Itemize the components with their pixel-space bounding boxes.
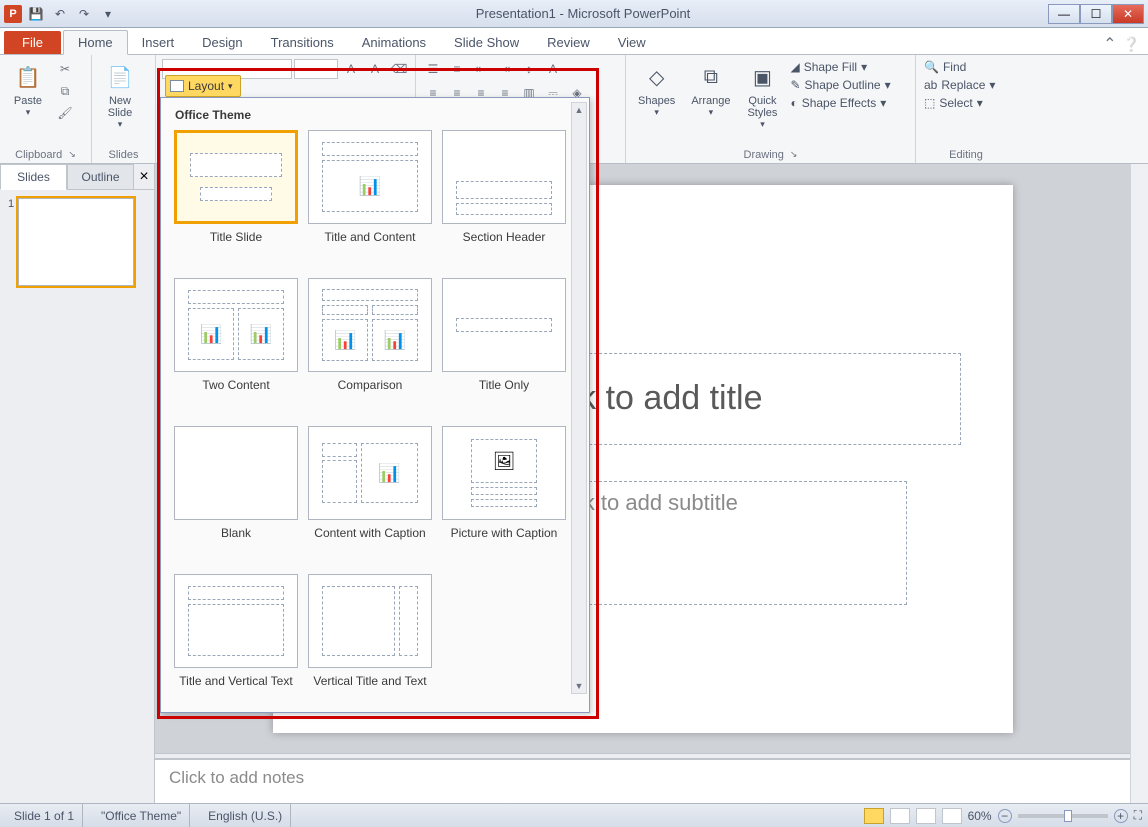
- vertical-scrollbar[interactable]: [1130, 164, 1148, 803]
- panel-close-icon[interactable]: ×: [134, 164, 154, 190]
- shape-effects-button[interactable]: ◐ Shape Effects ▾: [788, 95, 898, 111]
- cut-icon[interactable]: ✂: [54, 59, 76, 79]
- layout-option-title-slide[interactable]: Title Slide: [171, 130, 301, 244]
- layout-icon: [170, 80, 184, 92]
- grow-font-icon[interactable]: A: [340, 59, 362, 79]
- qat-save-icon[interactable]: 💾: [26, 4, 46, 24]
- copy-icon[interactable]: ⧉: [54, 81, 76, 101]
- thumb-number: 1: [8, 198, 14, 286]
- arrange-button[interactable]: ⧉Arrange▾: [685, 59, 736, 120]
- status-bar: Slide 1 of 1 "Office Theme" English (U.S…: [0, 803, 1148, 827]
- layout-panel-header: Office Theme: [167, 104, 589, 126]
- layout-dropdown-panel: Office Theme Title Slide 📊 Title and Con…: [160, 97, 590, 713]
- qat-undo-icon[interactable]: ↶: [50, 4, 70, 24]
- maximize-button[interactable]: ☐: [1080, 4, 1112, 24]
- text-direction-icon[interactable]: A: [542, 59, 564, 79]
- qat-customize-icon[interactable]: ▾: [98, 4, 118, 24]
- status-language[interactable]: English (U.S.): [200, 804, 291, 827]
- format-painter-icon[interactable]: 🖌: [54, 103, 76, 123]
- layout-option-blank[interactable]: Blank: [171, 426, 301, 540]
- tab-slideshow[interactable]: Slide Show: [440, 31, 533, 54]
- select-button[interactable]: ⬚ Select ▾: [922, 95, 1010, 111]
- clear-format-icon[interactable]: ⌫: [388, 59, 410, 79]
- help-icon[interactable]: ❔: [1123, 36, 1140, 53]
- minimize-ribbon-icon[interactable]: ⌃: [1103, 34, 1116, 54]
- zoom-in-icon[interactable]: +: [1114, 809, 1128, 823]
- shape-outline-button[interactable]: ✎ Shape Outline ▾: [788, 77, 898, 93]
- tab-design[interactable]: Design: [188, 31, 256, 54]
- shapes-icon: ◇: [641, 61, 673, 93]
- quick-styles-icon: ▣: [746, 61, 778, 93]
- panel-tab-slides[interactable]: Slides: [0, 164, 67, 190]
- file-tab[interactable]: File: [4, 31, 61, 54]
- qat-redo-icon[interactable]: ↷: [74, 4, 94, 24]
- layout-option-picture-with-caption[interactable]: 🖼 Picture with Caption: [439, 426, 569, 540]
- scroll-down-icon[interactable]: ▼: [572, 679, 586, 693]
- panel-tab-outline[interactable]: Outline: [67, 164, 134, 190]
- zoom-slider[interactable]: [1018, 814, 1108, 818]
- line-spacing-icon[interactable]: ↕: [518, 59, 540, 79]
- editing-group-label: Editing: [949, 149, 983, 161]
- window-title: Presentation1 - Microsoft PowerPoint: [118, 6, 1048, 21]
- increase-indent-icon[interactable]: ⇥: [494, 59, 516, 79]
- arrange-icon: ⧉: [695, 61, 727, 93]
- tab-animations[interactable]: Animations: [348, 31, 440, 54]
- tab-review[interactable]: Review: [533, 31, 604, 54]
- shape-fill-button[interactable]: ◢ Shape Fill ▾: [788, 59, 898, 75]
- quick-styles-button[interactable]: ▣Quick Styles▾: [740, 59, 784, 132]
- find-button[interactable]: 🔍 Find: [922, 59, 1010, 75]
- view-sorter-icon[interactable]: [890, 808, 910, 824]
- layout-option-section-header[interactable]: Section Header: [439, 130, 569, 244]
- minimize-button[interactable]: —: [1048, 4, 1080, 24]
- new-slide-icon: 📄: [104, 61, 136, 93]
- layout-option-two-content[interactable]: 📊📊 Two Content: [171, 278, 301, 392]
- zoom-out-icon[interactable]: −: [998, 809, 1012, 823]
- drawing-launcher-icon[interactable]: ↘: [790, 149, 798, 161]
- clipboard-group-label: Clipboard: [15, 149, 62, 161]
- layout-option-comparison[interactable]: 📊📊 Comparison: [305, 278, 435, 392]
- title-bar: P 💾 ↶ ↷ ▾ Presentation1 - Microsoft Powe…: [0, 0, 1148, 28]
- slides-group-label: Slides: [109, 149, 139, 161]
- new-slide-button[interactable]: 📄 New Slide ▾: [98, 59, 142, 132]
- decrease-indent-icon[interactable]: ⇤: [470, 59, 492, 79]
- replace-button[interactable]: ab Replace ▾: [922, 77, 1010, 93]
- zoom-level[interactable]: 60%: [968, 809, 992, 823]
- slide-thumbnail[interactable]: 1: [8, 198, 146, 286]
- view-normal-icon[interactable]: [864, 808, 884, 824]
- tab-transitions[interactable]: Transitions: [257, 31, 348, 54]
- bullets-icon[interactable]: ☰: [422, 59, 444, 79]
- ribbon-tabs: File Home Insert Design Transitions Anim…: [0, 28, 1148, 54]
- notes-area[interactable]: Click to add notes: [155, 759, 1130, 803]
- layout-button[interactable]: Layout ▾: [165, 75, 241, 97]
- tab-home[interactable]: Home: [63, 30, 128, 55]
- status-theme: "Office Theme": [93, 804, 190, 827]
- tab-insert[interactable]: Insert: [128, 31, 189, 54]
- shapes-button[interactable]: ◇Shapes▾: [632, 59, 681, 120]
- status-slide-number: Slide 1 of 1: [6, 804, 83, 827]
- paste-button[interactable]: 📋 Paste ▾: [6, 59, 50, 120]
- layout-option-title-and-vertical-text[interactable]: Title and Vertical Text: [171, 574, 301, 688]
- layout-option-title-only[interactable]: Title Only: [439, 278, 569, 392]
- layout-option-title-and-content[interactable]: 📊 Title and Content: [305, 130, 435, 244]
- layout-panel-scrollbar[interactable]: ▲ ▼: [571, 102, 587, 694]
- layout-option-content-with-caption[interactable]: 📊 Content with Caption: [305, 426, 435, 540]
- font-size-select[interactable]: [294, 59, 338, 79]
- slides-panel: Slides Outline × 1: [0, 164, 155, 803]
- drawing-group-label: Drawing: [744, 149, 784, 161]
- clipboard-launcher-icon[interactable]: ↘: [68, 149, 76, 161]
- paste-icon: 📋: [12, 61, 44, 93]
- layout-option-vertical-title-and-text[interactable]: Vertical Title and Text: [305, 574, 435, 688]
- numbering-icon[interactable]: ≡: [446, 59, 468, 79]
- view-slideshow-icon[interactable]: [942, 808, 962, 824]
- tab-view[interactable]: View: [604, 31, 660, 54]
- shrink-font-icon[interactable]: A: [364, 59, 386, 79]
- scroll-up-icon[interactable]: ▲: [572, 103, 586, 117]
- fit-to-window-icon[interactable]: ⛶: [1134, 808, 1142, 823]
- close-button[interactable]: ✕: [1112, 4, 1144, 24]
- app-icon: P: [4, 5, 22, 23]
- view-reading-icon[interactable]: [916, 808, 936, 824]
